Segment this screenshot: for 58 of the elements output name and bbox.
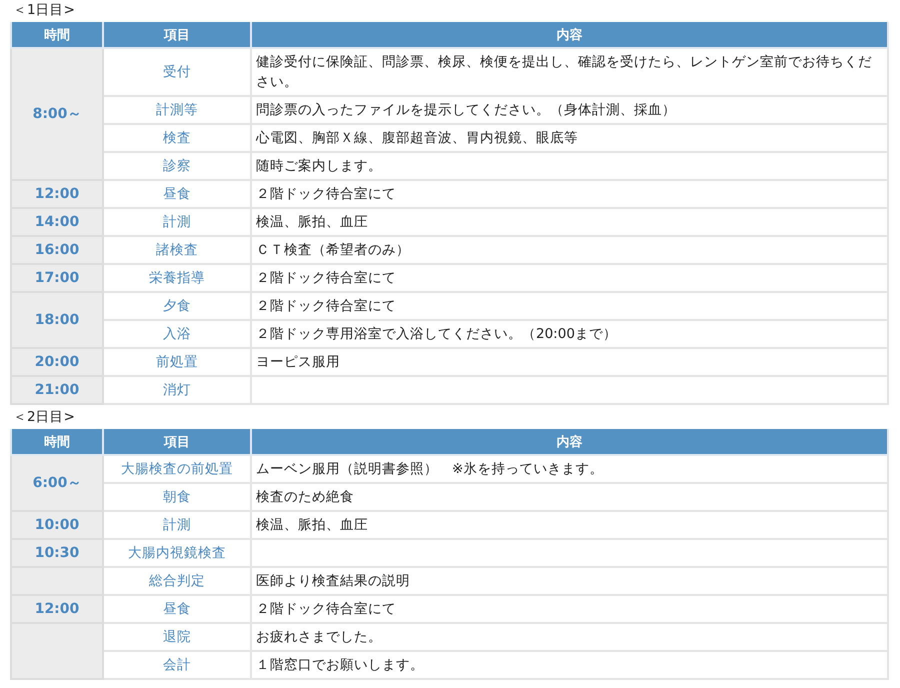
- content-cell: 心電図、胸部Ｘ線、腹部超音波、胃内視鏡、眼底等: [251, 124, 888, 152]
- item-cell: 諸検査: [103, 236, 251, 264]
- item-cell: 検査: [103, 124, 251, 152]
- item-cell: 計測: [103, 511, 251, 539]
- item-cell: 消灯: [103, 376, 251, 404]
- time-cell: 21:00: [11, 376, 103, 404]
- content-cell: 医師より検査結果の説明: [251, 567, 888, 595]
- content-cell: 健診受付に保険証、問診票、検尿、検便を提出し、確認を受けたら、レントゲン室前でお待ちください。: [251, 48, 888, 96]
- column-header: 内容: [251, 429, 888, 455]
- content-cell: 随時ご案内します。: [251, 152, 888, 180]
- time-cell: 20:00: [11, 348, 103, 376]
- item-cell: 退院: [103, 623, 251, 651]
- content-cell: ２階ドック専用浴室で入浴してください。（20:00まで）: [251, 320, 888, 348]
- item-cell: 会計: [103, 651, 251, 679]
- time-cell: 17:00: [11, 264, 103, 292]
- item-cell: 昼食: [103, 595, 251, 623]
- content-cell: １階窓口でお願いします。: [251, 651, 888, 679]
- item-cell: 夕食: [103, 292, 251, 320]
- time-cell: 8:00～: [11, 48, 103, 180]
- column-header: 時間: [11, 22, 103, 48]
- item-cell: 受付: [103, 48, 251, 96]
- item-cell: 昼食: [103, 180, 251, 208]
- time-cell: 10:00: [11, 511, 103, 539]
- content-cell: ２階ドック待合室にて: [251, 264, 888, 292]
- content-cell: 検温、脈拍、血圧: [251, 511, 888, 539]
- column-header: 項目: [103, 429, 251, 455]
- item-cell: 総合判定: [103, 567, 251, 595]
- content-cell: 検査のため絶食: [251, 483, 888, 511]
- time-cell: 16:00: [11, 236, 103, 264]
- content-cell: 問診票の入ったファイルを提示してください。（身体計測、採血）: [251, 96, 888, 124]
- item-cell: 朝食: [103, 483, 251, 511]
- item-cell: 大腸検査の前処置: [103, 455, 251, 483]
- content-cell: 検温、脈拍、血圧: [251, 208, 888, 236]
- item-cell: 計測: [103, 208, 251, 236]
- time-cell: 14:00: [11, 208, 103, 236]
- item-cell: 栄養指導: [103, 264, 251, 292]
- content-cell: お疲れさまでした。: [251, 623, 888, 651]
- day-title: ＜1日目>: [12, 1, 76, 20]
- time-cell: 12:00: [11, 180, 103, 208]
- column-header: 時間: [11, 429, 103, 455]
- time-cell: 10:30: [11, 539, 103, 567]
- time-cell: 6:00～: [11, 455, 103, 511]
- item-cell: 診察: [103, 152, 251, 180]
- column-header: 項目: [103, 22, 251, 48]
- content-cell: ２階ドック待合室にて: [251, 292, 888, 320]
- time-cell: 18:00: [11, 292, 103, 348]
- column-header: 内容: [251, 22, 888, 48]
- item-cell: 前処置: [103, 348, 251, 376]
- content-cell: ２階ドック待合室にて: [251, 180, 888, 208]
- content-cell: ２階ドック待合室にて: [251, 595, 888, 623]
- item-cell: 入浴: [103, 320, 251, 348]
- content-cell: ヨーピス服用: [251, 348, 888, 376]
- time-cell: 12:00: [11, 595, 103, 623]
- day-title: ＜2日目>: [12, 408, 76, 427]
- item-cell: 大腸内視鏡検査: [103, 539, 251, 567]
- item-cell: 計測等: [103, 96, 251, 124]
- content-cell: ムーベン服用（説明書参照） ※氷を持っていきます。: [251, 455, 888, 483]
- content-cell: ＣＴ検査（希望者のみ）: [251, 236, 888, 264]
